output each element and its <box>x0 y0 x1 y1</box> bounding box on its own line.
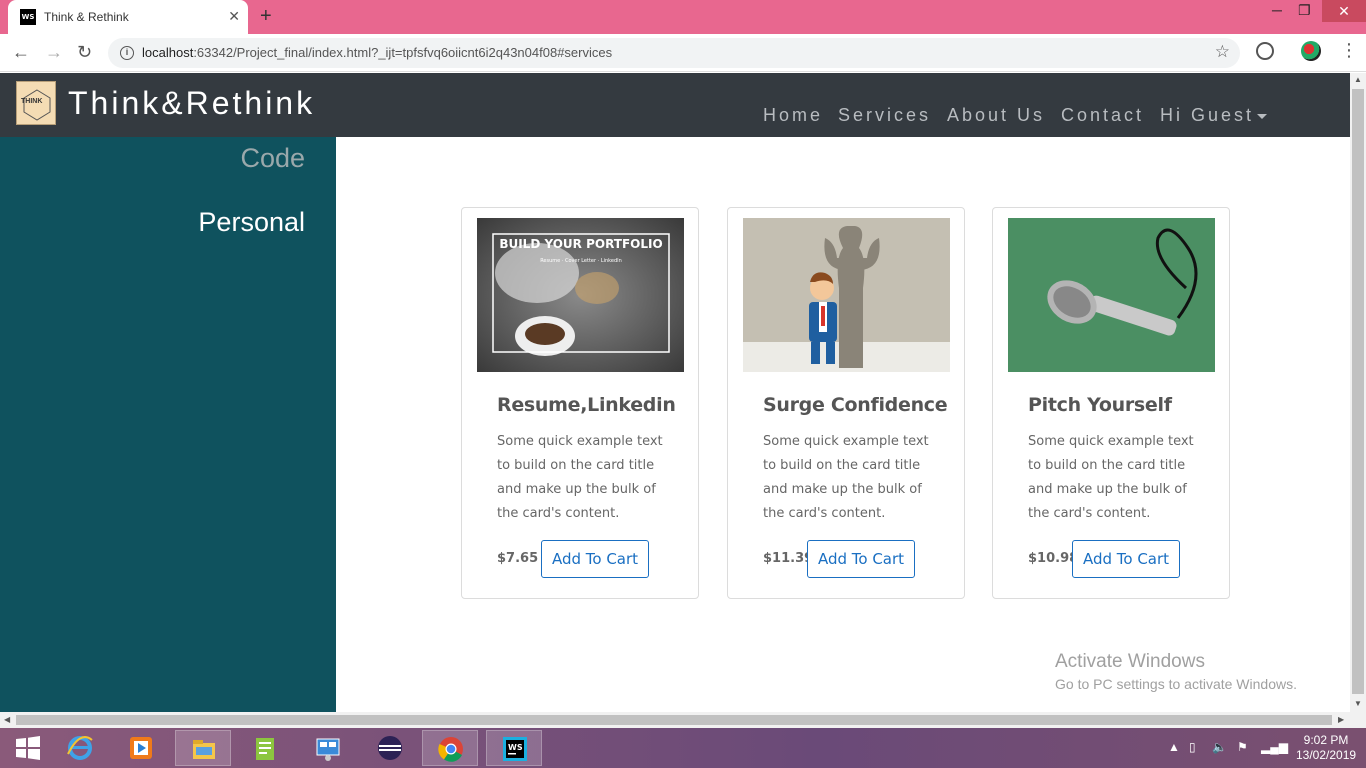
forward-icon[interactable]: → <box>45 42 63 63</box>
nav-services[interactable]: Services <box>838 105 931 126</box>
browser-titlebar: WS Think & Rethink ✕ + ─ ❐ ✕ <box>0 0 1366 34</box>
nav-contact[interactable]: Contact <box>1061 105 1144 126</box>
profile-avatar[interactable] <box>1301 41 1321 61</box>
scroll-left-icon[interactable]: ◀ <box>4 715 10 724</box>
activate-windows-subtitle: Go to PC settings to activate Windows. <box>1055 676 1297 692</box>
browser-toolbar: ← → ↻ i localhost:63342/Project_final/in… <box>0 34 1366 72</box>
taskbar-internet-explorer[interactable] <box>52 730 108 766</box>
card-price: $10.98 <box>1028 551 1079 566</box>
card-title: Pitch Yourself <box>1028 394 1172 416</box>
caret-down-icon <box>1257 113 1268 119</box>
webstorm-favicon-icon: WS <box>20 9 36 25</box>
start-button[interactable] <box>0 730 56 766</box>
horizontal-scroll-thumb[interactable] <box>16 715 1332 725</box>
tray-device-icon[interactable]: ▯ <box>1189 740 1196 754</box>
clock-date: 13/02/2019 <box>1296 748 1357 762</box>
restore-icon[interactable]: ❐ <box>1298 2 1311 19</box>
volume-icon[interactable]: 🔈 <box>1212 740 1227 754</box>
nav-about[interactable]: About Us <box>947 105 1045 126</box>
portfolio-banner: BUILD YOUR PORTFOLIO <box>499 237 662 251</box>
action-center-flag-icon[interactable]: ⚑ <box>1237 740 1248 754</box>
control-panel-icon <box>316 738 340 761</box>
start-icon <box>16 736 40 760</box>
taskbar-control-panel[interactable] <box>300 730 356 766</box>
network-signal-icon[interactable]: ▂▄▆ <box>1261 740 1288 754</box>
card-title: Surge Confidence <box>763 394 948 416</box>
activate-windows-title: Activate Windows <box>1055 651 1205 672</box>
confidence-image-art <box>743 218 950 372</box>
svg-text:WS: WS <box>508 743 523 752</box>
close-window-icon[interactable]: ✕ <box>1322 0 1366 22</box>
add-to-cart-button[interactable]: Add To Cart <box>1072 540 1180 578</box>
card-price: $11.39 <box>763 551 814 566</box>
service-card: BUILD YOUR PORTFOLIO Resume · Cover Lett… <box>461 207 699 599</box>
windows-taskbar: WS ▲ ▯ 🔈 ⚑ ▂▄▆ <box>0 728 1366 768</box>
media-player-icon <box>130 737 152 759</box>
vertical-scrollbar[interactable]: ▲ ▼ <box>1350 73 1366 712</box>
taskbar-notepad[interactable] <box>237 730 293 766</box>
card-text: Some quick example text to build on the … <box>763 434 929 521</box>
card-text: Some quick example text to build on the … <box>1028 434 1194 521</box>
nav-home[interactable]: Home <box>763 105 823 126</box>
taskbar-webstorm[interactable]: WS <box>486 730 542 766</box>
browser-tab[interactable]: WS Think & Rethink ✕ <box>8 0 248 34</box>
scroll-down-icon[interactable]: ▼ <box>1354 699 1362 708</box>
reload-icon[interactable]: ↻ <box>77 42 92 63</box>
add-to-cart-button[interactable]: Add To Cart <box>541 540 649 578</box>
add-to-cart-button[interactable]: Add To Cart <box>807 540 915 578</box>
bookmark-star-icon[interactable]: ☆ <box>1215 42 1230 62</box>
microphone-image <box>1008 218 1215 372</box>
brand-title[interactable]: Think&Rethink <box>68 85 315 122</box>
portfolio-sub: Resume · Cover Letter · LinkedIn <box>540 258 622 264</box>
logo[interactable]: THINK <box>16 81 56 125</box>
taskbar-file-explorer[interactable] <box>175 730 231 766</box>
scroll-right-icon[interactable]: ▶ <box>1338 715 1344 724</box>
tab-title: Think & Rethink <box>44 10 129 24</box>
sidebar: Code Personal <box>0 137 336 712</box>
address-bar[interactable]: i localhost:63342/Project_final/index.ht… <box>108 38 1240 68</box>
eclipse-icon <box>378 736 402 760</box>
history-icon[interactable] <box>1256 42 1274 60</box>
card-text: Some quick example text to build on the … <box>497 434 663 521</box>
chrome-icon <box>438 737 463 762</box>
portfolio-image-art: BUILD YOUR PORTFOLIO Resume · Cover Lett… <box>477 218 684 372</box>
webstorm-icon: WS <box>503 737 527 761</box>
taskbar-media-player[interactable] <box>113 730 169 766</box>
taskbar-clock[interactable]: 9:02 PM 13/02/2019 <box>1296 733 1356 763</box>
vertical-scroll-thumb[interactable] <box>1352 89 1364 694</box>
menu-icon[interactable]: ⋮ <box>1340 40 1358 61</box>
tab-close-icon[interactable]: ✕ <box>228 8 240 25</box>
clock-time: 9:02 PM <box>1303 733 1349 747</box>
notepad-icon <box>256 738 274 760</box>
new-tab-icon[interactable]: + <box>260 5 272 28</box>
file-explorer-icon <box>193 740 215 759</box>
sidebar-item-code[interactable]: Code <box>240 143 305 174</box>
tray-expand-icon[interactable]: ▲ <box>1168 740 1180 754</box>
service-card: Surge Confidence Some quick example text… <box>727 207 965 599</box>
site-navbar: THINK Think&Rethink Home Services About … <box>0 73 1350 137</box>
back-icon[interactable]: ← <box>12 42 30 63</box>
taskbar-eclipse[interactable] <box>362 730 418 766</box>
microphone-image-art <box>1008 218 1215 372</box>
card-title: Resume,Linkedin <box>497 394 676 416</box>
horizontal-scrollbar[interactable]: ◀ ▶ <box>0 712 1366 728</box>
portfolio-image: BUILD YOUR PORTFOLIO Resume · Cover Lett… <box>477 218 684 372</box>
taskbar-chrome[interactable] <box>422 730 478 766</box>
info-icon[interactable]: i <box>120 46 134 60</box>
scroll-up-icon[interactable]: ▲ <box>1354 75 1362 84</box>
confidence-image <box>743 218 950 372</box>
card-price: $7.65 <box>497 551 539 566</box>
url-text[interactable]: localhost:63342/Project_final/index.html… <box>142 45 612 60</box>
nav-user-dropdown[interactable]: Hi Guest <box>1160 105 1268 126</box>
internet-explorer-icon <box>67 736 93 760</box>
sidebar-item-personal[interactable]: Personal <box>198 207 305 238</box>
minimize-icon[interactable]: ─ <box>1272 2 1282 18</box>
service-card: Pitch Yourself Some quick example text t… <box>992 207 1230 599</box>
